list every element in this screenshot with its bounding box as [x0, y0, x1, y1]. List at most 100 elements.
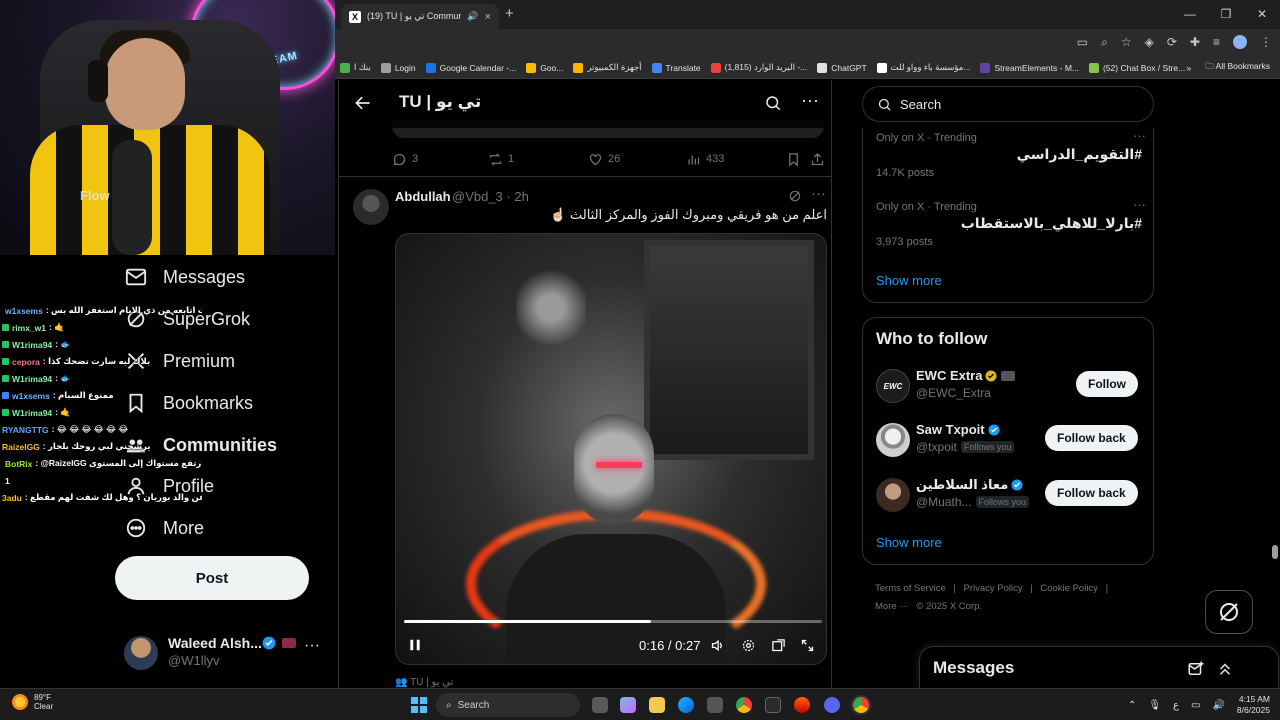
- bookmark-item[interactable]: Login: [376, 62, 421, 73]
- mic-icon[interactable]: 🎙: [1148, 700, 1161, 711]
- views-button[interactable]: 433: [686, 152, 724, 167]
- browser-tab[interactable]: X (19) TU | تي يو Community 🔊 ×: [341, 4, 499, 29]
- file-explorer-icon[interactable]: [649, 697, 665, 713]
- cast-icon[interactable]: ▭: [1077, 35, 1088, 50]
- bookmark-item[interactable]: (52) Chat Box / Stre...: [1084, 62, 1190, 73]
- reply-button[interactable]: 3: [392, 152, 418, 167]
- follow-suggestion[interactable]: EWC EWC Extra @EWC_Extra Follow: [876, 366, 1146, 406]
- show-more-trends-link[interactable]: Show more: [876, 273, 942, 288]
- terms-link[interactable]: Terms of Service: [875, 583, 946, 594]
- discord-icon[interactable]: [824, 697, 840, 713]
- volume-icon[interactable]: [710, 638, 725, 653]
- picture-in-picture-icon[interactable]: [771, 638, 786, 653]
- bookmark-item[interactable]: Translate: [647, 62, 706, 73]
- weather-widget[interactable]: 89°F Clear: [12, 693, 53, 711]
- bookmark-item[interactable]: مؤسسة باء وواو للت...: [872, 62, 976, 73]
- tab-close-icon[interactable]: ×: [485, 11, 491, 23]
- extension-icon[interactable]: ◈: [1145, 35, 1154, 50]
- bookmark-item[interactable]: Goo...: [521, 62, 568, 73]
- account-more-icon[interactable]: ···: [304, 637, 320, 655]
- avatar[interactable]: [876, 423, 910, 457]
- post-button[interactable]: Post: [115, 556, 309, 600]
- trend-more-icon[interactable]: ···: [1133, 128, 1146, 143]
- profile-icon[interactable]: [1233, 35, 1247, 49]
- taskbar-search[interactable]: ⌕ Search: [436, 693, 580, 717]
- privacy-link[interactable]: Privacy Policy: [964, 583, 1023, 594]
- edge-icon[interactable]: [678, 697, 694, 713]
- all-bookmarks-button[interactable]: 🗀 All Bookmarks: [1205, 61, 1270, 75]
- bookmark-item[interactable]: ChatGPT: [812, 62, 871, 73]
- language-indicator[interactable]: ع: [1173, 700, 1179, 711]
- clock[interactable]: 4:15 AM 8/6/2025: [1237, 694, 1270, 716]
- follow-suggestion[interactable]: Saw Txpoit @txpoit Follows you Follow bac…: [876, 420, 1146, 460]
- minimize-button[interactable]: —: [1172, 0, 1208, 29]
- maximize-button[interactable]: ❐: [1208, 0, 1244, 29]
- show-more-follow-link[interactable]: Show more: [876, 535, 942, 550]
- video-progress-bar[interactable]: [404, 620, 822, 623]
- bookmark-item[interactable]: بنك ا: [335, 62, 376, 73]
- bookmark-item[interactable]: Google Calendar -...: [421, 62, 522, 73]
- trend-item[interactable]: Only on X · Trending #بارلا_للاهلي_بالاس…: [876, 197, 1146, 248]
- pause-icon[interactable]: [408, 638, 422, 652]
- nav-messages[interactable]: Messages: [124, 261, 245, 293]
- media-icon[interactable]: ≡: [1213, 35, 1220, 50]
- search-icon[interactable]: [764, 94, 782, 112]
- trend-more-icon[interactable]: ···: [1133, 197, 1146, 212]
- bookmark-button[interactable]: [786, 152, 801, 167]
- copilot-icon[interactable]: [620, 697, 636, 713]
- footer-more-link[interactable]: More ···: [875, 601, 909, 612]
- follow-suggestion[interactable]: معاذ السلاطين @Muath... Follows you Follo…: [876, 475, 1146, 515]
- sync-icon[interactable]: ⟳: [1167, 35, 1177, 50]
- like-button[interactable]: 26: [588, 152, 620, 167]
- new-message-icon[interactable]: [1187, 660, 1205, 678]
- post-author-name[interactable]: Abdullah: [395, 189, 451, 204]
- chrome-icon[interactable]: [736, 697, 752, 713]
- video-player[interactable]: 0:16 / 0:27: [395, 233, 827, 665]
- avatar[interactable]: EWC: [876, 369, 910, 403]
- chrome-active-icon[interactable]: [853, 697, 869, 713]
- post-more-icon[interactable]: ···: [811, 185, 826, 202]
- avatar[interactable]: [876, 478, 910, 512]
- star-icon[interactable]: ☆: [1121, 35, 1132, 50]
- messages-drawer[interactable]: Messages: [919, 646, 1279, 688]
- post-author-avatar[interactable]: [353, 189, 389, 225]
- follow-back-button[interactable]: Follow back: [1045, 480, 1138, 506]
- cookie-link[interactable]: Cookie Policy: [1040, 583, 1098, 594]
- page-scrollbar[interactable]: [1271, 80, 1279, 688]
- tray-expand-icon[interactable]: ⌃: [1128, 700, 1136, 711]
- header-more-icon[interactable]: ···: [801, 90, 819, 111]
- new-tab-button[interactable]: +: [505, 5, 514, 22]
- puzzle-icon[interactable]: ✚: [1190, 35, 1200, 50]
- grok-floating-button[interactable]: [1205, 590, 1253, 634]
- fullscreen-icon[interactable]: [800, 638, 815, 653]
- more-bookmarks-icon[interactable]: »: [1187, 63, 1192, 73]
- network-icon[interactable]: ▭: [1191, 700, 1200, 711]
- share-button[interactable]: [810, 152, 825, 167]
- search-input[interactable]: Search: [862, 86, 1154, 122]
- account-switcher[interactable]: Waleed Alsh... @W1llyv ···: [124, 633, 324, 673]
- bookmark-item[interactable]: أجهزة الكمبيوتر: [568, 62, 646, 73]
- post-author-handle[interactable]: @Vbd_3 · 2h: [452, 189, 529, 204]
- obs-icon[interactable]: [765, 697, 781, 713]
- expand-drawer-icon[interactable]: [1216, 660, 1234, 678]
- trend-item[interactable]: Only on X · Trending #التقويم_الدراسي 14…: [876, 128, 1146, 179]
- menu-icon[interactable]: ⋮: [1260, 35, 1272, 50]
- scrollbar-thumb[interactable]: [1272, 545, 1278, 559]
- repost-button[interactable]: 1: [488, 152, 514, 167]
- nav-more[interactable]: More: [124, 512, 204, 544]
- back-arrow-icon[interactable]: [353, 93, 373, 113]
- bookmark-item[interactable]: (1,815) البريد الوارد -...: [706, 62, 813, 73]
- grok-icon[interactable]: [788, 189, 802, 203]
- task-view-icon[interactable]: [592, 697, 608, 713]
- volume-icon[interactable]: 🔊: [1212, 700, 1224, 711]
- firefox-icon[interactable]: [794, 697, 810, 713]
- bookmark-item[interactable]: StreamElements - M...: [975, 62, 1084, 73]
- start-button[interactable]: [411, 697, 427, 713]
- follow-back-button[interactable]: Follow back: [1045, 425, 1138, 451]
- store-icon[interactable]: [707, 697, 723, 713]
- zoom-icon[interactable]: ⌕: [1101, 35, 1108, 50]
- post[interactable]: Abdullah @Vbd_3 · 2h ··· اعلم من هو فريق…: [339, 176, 831, 688]
- follow-button[interactable]: Follow: [1076, 371, 1138, 397]
- settings-gear-icon[interactable]: [741, 638, 756, 653]
- close-window-button[interactable]: ✕: [1244, 0, 1280, 29]
